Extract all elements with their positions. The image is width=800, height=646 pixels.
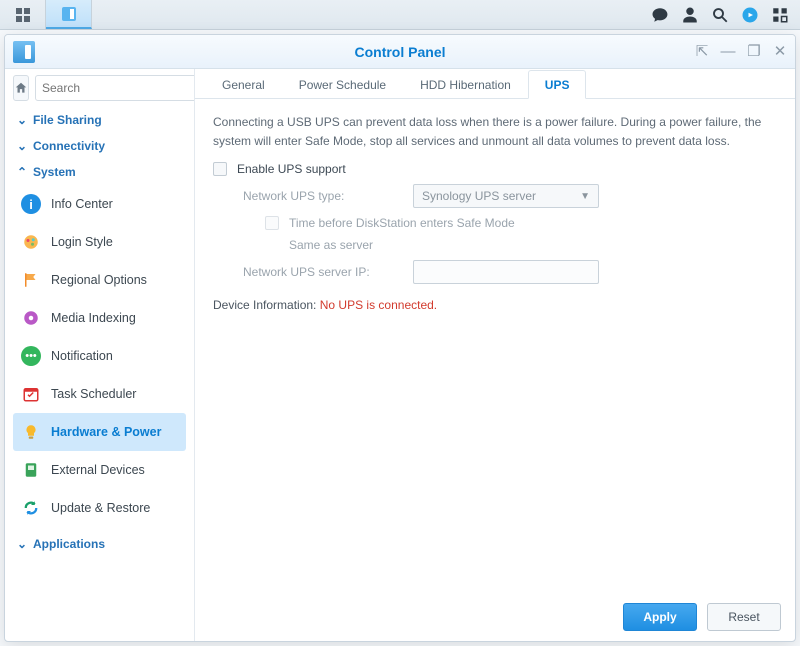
sidebar-item-task-scheduler[interactable]: Task Scheduler bbox=[13, 375, 186, 413]
section-label: Connectivity bbox=[33, 139, 105, 153]
sidebar-item-label: Media Indexing bbox=[51, 311, 136, 325]
section-system[interactable]: ⌃ System bbox=[13, 159, 186, 185]
enable-ups-label: Enable UPS support bbox=[237, 162, 346, 176]
palette-icon bbox=[21, 232, 41, 252]
system-taskbar bbox=[0, 0, 800, 30]
chevron-down-icon: ⌄ bbox=[17, 537, 27, 551]
sidebar-item-notification[interactable]: ••• Notification bbox=[13, 337, 186, 375]
tab-power-schedule[interactable]: Power Schedule bbox=[282, 70, 403, 99]
help-icon[interactable] bbox=[740, 5, 760, 25]
controlpanel-icon bbox=[61, 6, 77, 22]
sidebar-item-label: Login Style bbox=[51, 235, 113, 249]
ups-server-ip-label: Network UPS server IP: bbox=[243, 265, 413, 279]
sidebar-item-update-restore[interactable]: Update & Restore bbox=[13, 489, 186, 527]
sidebar-item-label: Update & Restore bbox=[51, 501, 150, 515]
section-applications[interactable]: ⌄ Applications bbox=[13, 531, 186, 557]
home-button[interactable] bbox=[13, 75, 29, 101]
section-file-sharing[interactable]: ⌄ File Sharing bbox=[13, 107, 186, 133]
taskbar-app-controlpanel[interactable] bbox=[46, 0, 92, 29]
section-connectivity[interactable]: ⌄ Connectivity bbox=[13, 133, 186, 159]
refresh-icon bbox=[21, 498, 41, 518]
user-icon[interactable] bbox=[680, 5, 700, 25]
sidebar: ⌄ File Sharing ⌄ Connectivity ⌃ System i… bbox=[5, 69, 195, 641]
reset-button[interactable]: Reset bbox=[707, 603, 781, 631]
device-icon bbox=[21, 460, 41, 480]
tab-hdd-hibernation[interactable]: HDD Hibernation bbox=[403, 70, 528, 99]
sidebar-item-external-devices[interactable]: External Devices bbox=[13, 451, 186, 489]
search-icon[interactable] bbox=[710, 5, 730, 25]
section-label: File Sharing bbox=[33, 113, 102, 127]
bulb-icon bbox=[21, 422, 41, 442]
tab-general[interactable]: General bbox=[205, 70, 282, 99]
window-titlebar: Control Panel ⇱ — ❐ ✕ bbox=[5, 35, 795, 69]
ups-server-ip-input[interactable] bbox=[413, 260, 599, 284]
info-icon: i bbox=[21, 194, 41, 214]
minimize-icon[interactable]: — bbox=[719, 43, 737, 61]
chat-icon[interactable] bbox=[650, 5, 670, 25]
widgets-icon[interactable] bbox=[770, 5, 790, 25]
sidebar-item-media-indexing[interactable]: Media Indexing bbox=[13, 299, 186, 337]
controlpanel-app-icon bbox=[13, 41, 35, 63]
pin-icon[interactable]: ⇱ bbox=[693, 43, 711, 61]
device-info-value: No UPS is connected. bbox=[320, 298, 437, 312]
enable-ups-checkbox[interactable] bbox=[213, 162, 227, 176]
chevron-up-icon: ⌃ bbox=[17, 165, 27, 179]
safe-mode-label: Time before DiskStation enters Safe Mode bbox=[289, 216, 515, 230]
tab-bar: General Power Schedule HDD Hibernation U… bbox=[195, 69, 795, 99]
taskbar-app-dashboard[interactable] bbox=[0, 0, 46, 29]
ups-panel: Connecting a USB UPS can prevent data lo… bbox=[195, 99, 795, 641]
media-icon bbox=[21, 308, 41, 328]
device-information: Device Information: No UPS is connected. bbox=[213, 298, 777, 312]
sidebar-item-label: Task Scheduler bbox=[51, 387, 136, 401]
home-icon bbox=[14, 81, 28, 95]
close-icon[interactable]: ✕ bbox=[771, 43, 789, 61]
maximize-icon[interactable]: ❐ bbox=[745, 43, 763, 61]
sidebar-item-hardware-power[interactable]: Hardware & Power bbox=[13, 413, 186, 451]
section-label: System bbox=[33, 165, 76, 179]
sidebar-item-label: Notification bbox=[51, 349, 113, 363]
chevron-down-icon: ⌄ bbox=[17, 113, 27, 127]
control-panel-window: Control Panel ⇱ — ❐ ✕ ⌄ File Sharing ⌄ C… bbox=[4, 34, 796, 642]
sidebar-item-label: Info Center bbox=[51, 197, 113, 211]
sidebar-item-label: External Devices bbox=[51, 463, 145, 477]
sidebar-item-regional[interactable]: Regional Options bbox=[13, 261, 186, 299]
notification-icon: ••• bbox=[21, 346, 41, 366]
flag-icon bbox=[21, 270, 41, 290]
ups-description: Connecting a USB UPS can prevent data lo… bbox=[213, 113, 777, 150]
sidebar-item-login-style[interactable]: Login Style bbox=[13, 223, 186, 261]
calendar-icon bbox=[21, 384, 41, 404]
safe-mode-checkbox[interactable] bbox=[265, 216, 279, 230]
content-area: General Power Schedule HDD Hibernation U… bbox=[195, 69, 795, 641]
window-title: Control Panel bbox=[5, 44, 795, 60]
apply-button[interactable]: Apply bbox=[623, 603, 697, 631]
sidebar-item-info-center[interactable]: i Info Center bbox=[13, 185, 186, 223]
sidebar-item-label: Hardware & Power bbox=[51, 425, 161, 439]
device-info-label: Device Information: bbox=[213, 298, 316, 312]
ups-type-label: Network UPS type: bbox=[243, 189, 413, 203]
ups-type-select[interactable]: Synology UPS server ▼ bbox=[413, 184, 599, 208]
search-input[interactable] bbox=[35, 75, 195, 101]
chevron-down-icon: ⌄ bbox=[17, 139, 27, 153]
ups-type-value: Synology UPS server bbox=[422, 189, 536, 203]
tab-ups[interactable]: UPS bbox=[528, 70, 587, 99]
sidebar-item-label: Regional Options bbox=[51, 273, 147, 287]
section-label: Applications bbox=[33, 537, 105, 551]
same-as-server-label: Same as server bbox=[289, 238, 373, 252]
grid-icon bbox=[15, 7, 31, 23]
chevron-down-icon: ▼ bbox=[580, 191, 590, 202]
